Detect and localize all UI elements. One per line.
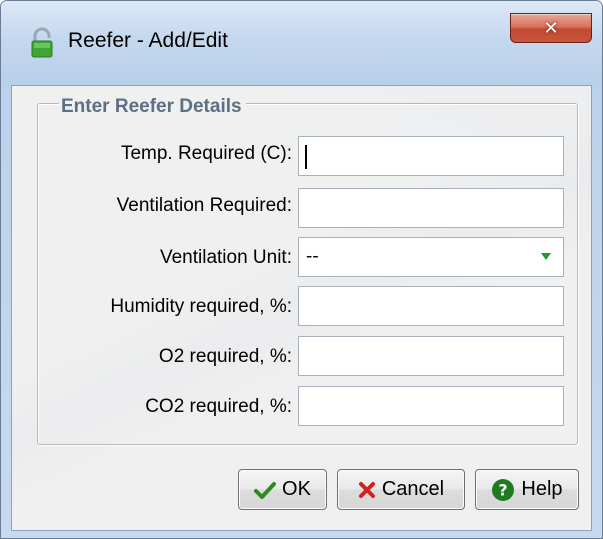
- temp-required-input[interactable]: [298, 136, 564, 176]
- text-caret: [305, 145, 307, 169]
- humidity-required-label: Humidity required, %:: [110, 296, 292, 317]
- question-circle-icon: ?: [492, 478, 515, 501]
- help-button-label: Help: [521, 478, 563, 500]
- ok-button-label: OK: [282, 478, 311, 500]
- co2-required-input[interactable]: [298, 386, 564, 426]
- o2-required-input[interactable]: [298, 336, 564, 376]
- ventilation-unit-label: Ventilation Unit:: [159, 247, 292, 268]
- cancel-button-label: Cancel: [381, 478, 445, 500]
- humidity-required-input[interactable]: [298, 286, 564, 326]
- ventilation-unit-value: --: [306, 246, 319, 267]
- co2-required-label: CO2 required, %:: [145, 396, 292, 417]
- temp-required-label: Temp. Required (C):: [120, 143, 292, 164]
- ok-button[interactable]: OK: [238, 469, 327, 510]
- help-button[interactable]: ? Help: [475, 469, 579, 510]
- o2-required-label: O2 required, %:: [158, 346, 292, 367]
- x-mark-icon: [358, 481, 375, 498]
- ventilation-required-label: Ventilation Required:: [116, 195, 292, 216]
- close-icon: ✕: [543, 17, 559, 39]
- svg-text:?: ?: [499, 480, 508, 499]
- padlock-icon: [31, 27, 53, 58]
- title-bar[interactable]: Reefer - Add/Edit ✕: [1, 1, 602, 85]
- group-legend: Enter Reefer Details: [59, 96, 246, 118]
- ventilation-unit-select[interactable]: --: [298, 237, 564, 277]
- cancel-button[interactable]: Cancel: [337, 469, 465, 510]
- ventilation-required-input[interactable]: [298, 188, 564, 228]
- close-button[interactable]: ✕: [510, 13, 592, 43]
- window-title: Reefer - Add/Edit: [68, 29, 228, 52]
- dropdown-arrow-icon[interactable]: [541, 253, 551, 260]
- checkmark-icon: [254, 481, 277, 499]
